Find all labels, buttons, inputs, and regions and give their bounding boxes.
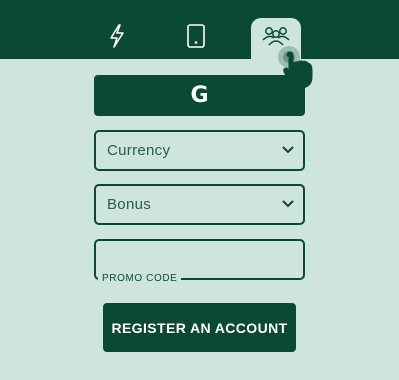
chevron-down-icon: [281, 196, 295, 213]
chevron-down-icon: [281, 142, 295, 159]
tab-lightning[interactable]: [92, 18, 142, 59]
google-icon: G: [190, 83, 209, 108]
currency-select[interactable]: Currency: [94, 130, 305, 171]
hand-pointer-icon: [276, 44, 320, 99]
tablet-icon: [185, 23, 207, 54]
currency-select-value: Currency: [107, 142, 171, 159]
google-signin-button[interactable]: G: [94, 75, 305, 116]
bonus-select-value: Bonus: [107, 196, 152, 213]
top-bar: [0, 0, 399, 59]
promo-code-label: PROMO CODE: [98, 273, 182, 284]
lightning-icon: [106, 23, 128, 54]
tab-tablet[interactable]: [171, 18, 221, 59]
bonus-select[interactable]: Bonus: [94, 184, 305, 225]
register-button[interactable]: REGISTER AN ACCOUNT: [103, 303, 296, 352]
